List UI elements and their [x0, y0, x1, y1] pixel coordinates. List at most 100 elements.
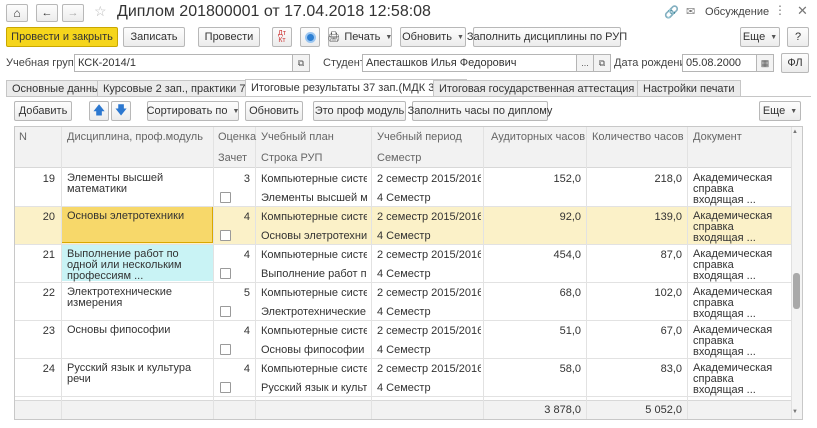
col-header-rup-line[interactable]: Строка РУП [261, 152, 322, 164]
move-down-button[interactable]: 🡇 [111, 101, 131, 121]
col-header-grade[interactable]: Оценка [218, 131, 256, 143]
student-field[interactable]: Апесташков Илья Федорович [362, 54, 577, 72]
cell-period[interactable]: 2 семестр 2015/2016 ... [377, 173, 481, 185]
col-header-hours[interactable]: Количество часов [592, 131, 684, 143]
grid-refresh-button[interactable]: Обновить [245, 101, 303, 121]
cell-hours[interactable]: 102,0 [589, 287, 682, 299]
student-select-button[interactable]: ... [576, 54, 594, 72]
tab-print-settings[interactable]: Настройки печати [637, 80, 741, 97]
sort-button[interactable]: Сортировать по ▼ [147, 101, 239, 121]
col-header-credit[interactable]: Зачет [218, 152, 247, 164]
cell-discipline[interactable]: Основы фипософии [67, 325, 209, 358]
cell-n[interactable]: 20 [15, 211, 55, 223]
student-open-button[interactable]: ⧉ [593, 54, 611, 72]
scroll-up-icon[interactable]: ▲ [792, 129, 798, 135]
cell-semester[interactable]: 4 Семестр [377, 230, 481, 242]
menu-icon[interactable]: ⋮ [774, 3, 786, 17]
scroll-down-icon[interactable]: ▼ [792, 409, 798, 415]
cell-hours[interactable]: 67,0 [589, 325, 682, 337]
discussion-icon[interactable]: ✉ [686, 5, 695, 18]
fill-disciplines-button[interactable]: Заполнить дисциплины по РУП [467, 27, 627, 47]
col-header-n[interactable]: N [19, 131, 27, 143]
cell-rup-line[interactable]: Электротехнические и... [261, 306, 367, 318]
cell-document[interactable]: Академическая справка входящая ... [693, 249, 785, 282]
cell-aud-hours[interactable]: 51,0 [486, 325, 581, 337]
cell-document[interactable]: Академическая справка входящая ... [693, 325, 785, 358]
credit-checkbox[interactable] [220, 344, 231, 355]
scroll-thumb[interactable] [793, 273, 800, 309]
cell-document[interactable]: Академическая справка входящая ... [693, 173, 785, 206]
close-icon[interactable]: ✕ [797, 3, 808, 19]
link-icon[interactable]: 🔗 [664, 5, 679, 19]
cell-n[interactable]: 23 [15, 325, 55, 337]
col-header-period[interactable]: Учебный период [377, 131, 462, 143]
cell-discipline[interactable]: Элементы высшей математики [67, 173, 209, 206]
cell-plan[interactable]: Компьютерные систе... [261, 173, 367, 185]
cell-grade[interactable]: 4 [215, 325, 250, 337]
cell-aud-hours[interactable]: 152,0 [486, 173, 581, 185]
cell-aud-hours[interactable]: 92,0 [486, 211, 581, 223]
col-header-plan[interactable]: Учебный план [261, 131, 334, 143]
cell-grade[interactable]: 4 [215, 363, 250, 375]
birth-date-field[interactable]: 05.08.2000 [682, 54, 758, 72]
cell-n[interactable]: 24 [15, 363, 55, 375]
cell-discipline[interactable]: Электротехнические измерения [67, 287, 209, 320]
structure-button[interactable] [300, 27, 320, 47]
cell-semester[interactable]: 4 Семестр [377, 306, 481, 318]
home-button[interactable]: ⌂ [6, 4, 28, 22]
post-and-close-button[interactable]: Провести и закрыть [6, 27, 118, 47]
cell-grade[interactable]: 4 [215, 249, 250, 261]
cell-plan[interactable]: Компьютерные систе... [261, 363, 367, 375]
cell-document[interactable]: Академическая справка входящая ... [693, 287, 785, 320]
discussion-link[interactable]: Обсуждение [705, 6, 769, 18]
group-open-button[interactable]: ⧉ [292, 54, 310, 72]
credit-checkbox[interactable] [220, 192, 231, 203]
dt-kt-report-button[interactable]: Дт Кт [272, 27, 292, 47]
cell-document[interactable]: Академическая справка входящая ... [693, 363, 785, 396]
grid-more-button[interactable]: Еще ▼ [759, 101, 801, 121]
cell-rup-line[interactable]: Выполнение работ по ... [261, 268, 367, 280]
cell-plan[interactable]: Компьютерные систе... [261, 287, 367, 299]
back-button[interactable]: ← [36, 4, 58, 22]
cell-period[interactable]: 2 семестр 2015/2016 ... [377, 363, 481, 375]
group-field[interactable]: КСК-2014/1 [74, 54, 293, 72]
cell-semester[interactable]: 4 Семестр [377, 192, 481, 204]
forward-button[interactable]: → [62, 4, 84, 22]
cell-rup-line[interactable]: Элементы высшей ма... [261, 192, 367, 204]
col-header-discipline[interactable]: Дисциплина, проф.модуль [67, 131, 203, 143]
cell-hours[interactable]: 87,0 [589, 249, 682, 261]
cell-hours[interactable]: 83,0 [589, 363, 682, 375]
credit-checkbox[interactable] [220, 306, 231, 317]
cell-hours[interactable]: 139,0 [589, 211, 682, 223]
cell-aud-hours[interactable]: 454,0 [486, 249, 581, 261]
cell-period[interactable]: 2 семестр 2015/2016 ... [377, 211, 481, 223]
print-button[interactable]: 🖨 Печать ▼ [328, 27, 392, 47]
col-header-document[interactable]: Документ [693, 131, 742, 143]
cell-period[interactable]: 2 семестр 2015/2016 ... [377, 249, 481, 261]
refresh-button[interactable]: Обновить ▼ [400, 27, 466, 47]
calendar-button[interactable]: ▦ [756, 54, 774, 72]
credit-checkbox[interactable] [220, 230, 231, 241]
cell-grade[interactable]: 3 [215, 173, 250, 185]
cell-plan[interactable]: Компьютерные систе... [261, 249, 367, 261]
cell-rup-line[interactable]: Основы элетротехники [261, 230, 367, 242]
cell-grade[interactable]: 4 [215, 211, 250, 223]
cell-plan[interactable]: Компьютерные систе... [261, 211, 367, 223]
this-module-button[interactable]: Это проф модуль [313, 101, 406, 121]
cell-rup-line[interactable]: Основы фипософии [261, 344, 367, 356]
credit-checkbox[interactable] [220, 382, 231, 393]
more-button[interactable]: Еще ▼ [740, 27, 780, 47]
cell-n[interactable]: 22 [15, 287, 55, 299]
cell-semester[interactable]: 4 Семестр [377, 268, 481, 280]
cell-discipline[interactable]: Основы элетротехники [67, 211, 209, 244]
cell-hours[interactable]: 218,0 [589, 173, 682, 185]
cell-n[interactable]: 19 [15, 173, 55, 185]
cell-aud-hours[interactable]: 68,0 [486, 287, 581, 299]
cell-semester[interactable]: 4 Семестр [377, 344, 481, 356]
cell-rup-line[interactable]: Русский язык и культу... [261, 382, 367, 394]
cell-aud-hours[interactable]: 58,0 [486, 363, 581, 375]
help-button[interactable]: ? [787, 27, 809, 47]
col-header-aud-hours[interactable]: Аудиторных часов [491, 131, 585, 143]
cell-document[interactable]: Академическая справка входящая ... [693, 211, 785, 244]
cell-period[interactable]: 2 семестр 2015/2016 ... [377, 325, 481, 337]
